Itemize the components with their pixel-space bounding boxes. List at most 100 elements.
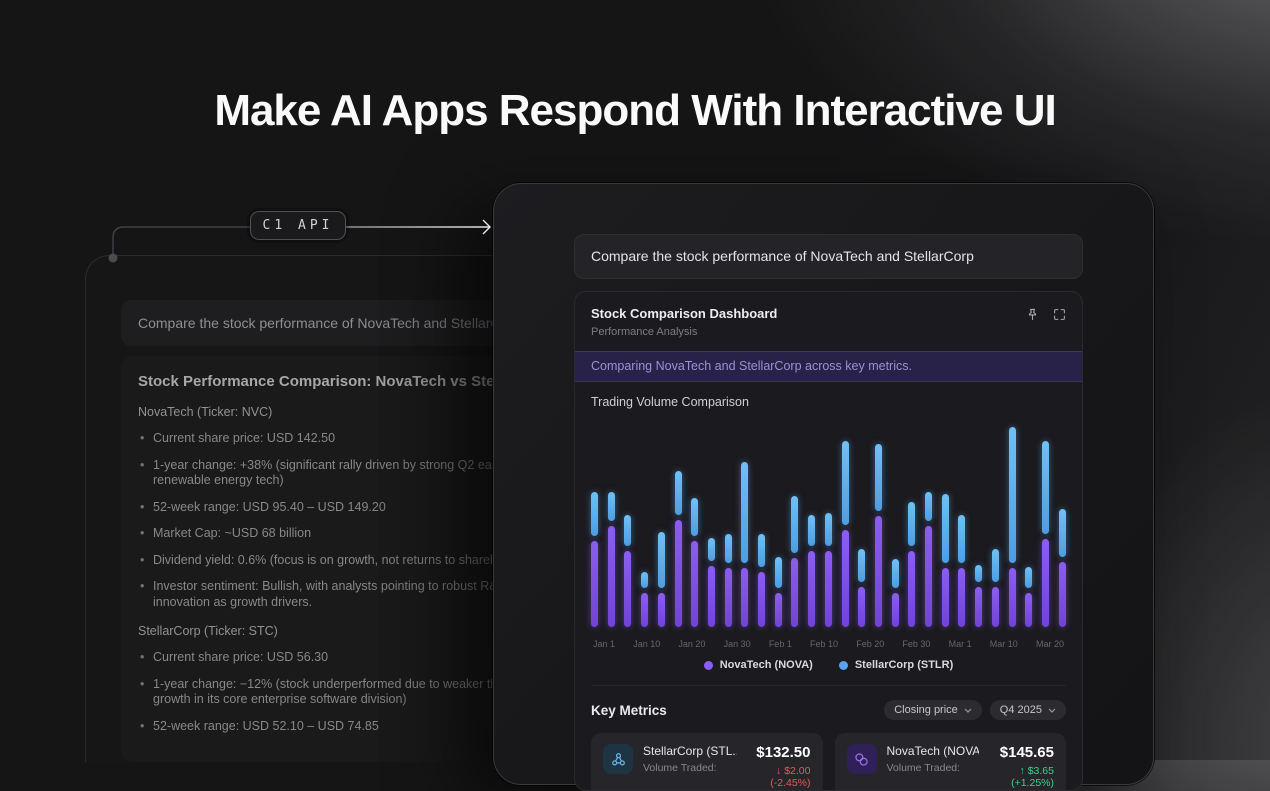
page-title: Make AI Apps Respond With Interactive UI (0, 86, 1270, 136)
bar-group[interactable] (908, 415, 915, 627)
x-axis-label: Jan 1 (593, 639, 615, 649)
chart-legend: NovaTech (NOVA) StellarCorp (STLR) (575, 659, 1082, 671)
x-axis-label: Feb 1 (769, 639, 792, 649)
bar-group[interactable] (925, 415, 932, 627)
novatech-bar-segment (791, 558, 798, 627)
bar-group[interactable] (624, 415, 631, 627)
novatech-bar-segment (958, 568, 965, 627)
bar-group[interactable] (758, 415, 765, 627)
stock-icon (603, 744, 633, 774)
stellarcorp-bar-segment (908, 502, 915, 546)
bar-group[interactable] (892, 415, 899, 627)
stellarcorp-bar-segment (892, 559, 899, 588)
stellarcorp-bar-segment (808, 515, 815, 547)
bar-group[interactable] (641, 415, 648, 627)
stellarcorp-bar-segment (608, 492, 615, 521)
bar-group[interactable] (775, 415, 782, 627)
bar-group[interactable] (958, 415, 965, 627)
stock-metric-card[interactable]: StellarCorp (STL...Volume Traded:$132.50… (591, 733, 823, 791)
stellarcorp-bar-segment (1042, 441, 1049, 533)
novatech-bar-segment (858, 587, 865, 627)
connector-dot (109, 254, 118, 263)
legend-label: StellarCorp (STLR) (855, 659, 953, 671)
expand-icon[interactable] (1053, 308, 1066, 321)
novatech-bar-segment (942, 568, 949, 627)
bar-group[interactable] (992, 415, 999, 627)
bar-group[interactable] (875, 415, 882, 627)
stellarcorp-bar-segment (591, 492, 598, 536)
legend-dot (704, 661, 713, 670)
stock-change: ↑ $3.65 (+1.25%) (979, 765, 1055, 789)
stellarcorp-bar-segment (658, 532, 665, 589)
novatech-bar-segment (975, 587, 982, 627)
x-axis-label: Mar 10 (990, 639, 1018, 649)
bar-group[interactable] (1042, 415, 1049, 627)
bar-group[interactable] (741, 415, 748, 627)
novatech-bar-segment (892, 593, 899, 627)
novatech-bar-segment (808, 551, 815, 627)
stock-metric-card[interactable]: NovaTech (NOVA)Volume Traded:$145.65↑ $3… (835, 733, 1067, 791)
bar-group[interactable] (658, 415, 665, 627)
bar-group[interactable] (858, 415, 865, 627)
stock-info: NovaTech (NOVA)Volume Traded: (887, 744, 979, 774)
legend-dot (839, 661, 848, 670)
key-metrics-header: Key Metrics Closing price Q4 2025 (591, 685, 1066, 720)
chart-title: Trading Volume Comparison (591, 395, 1066, 409)
interactive-ui-device: Compare the stock performance of NovaTec… (493, 183, 1154, 785)
metric-select-dropdown[interactable]: Closing price (884, 700, 982, 720)
stellarcorp-bar-segment (1009, 427, 1016, 564)
pin-icon[interactable] (1026, 308, 1039, 321)
bar-group[interactable] (1025, 415, 1032, 627)
legend-item: NovaTech (NOVA) (704, 659, 813, 671)
x-axis-label: Feb 20 (856, 639, 884, 649)
stellarcorp-bar-segment (675, 471, 682, 515)
bar-group[interactable] (1059, 415, 1066, 627)
stock-name: StellarCorp (STL... (643, 744, 737, 758)
bar-group[interactable] (825, 415, 832, 627)
stellarcorp-bar-segment (858, 549, 865, 583)
novatech-bar-segment (1025, 593, 1032, 627)
stellarcorp-bar-segment (691, 498, 698, 536)
bar-group[interactable] (708, 415, 715, 627)
stellarcorp-bar-segment (708, 538, 715, 561)
bar-group[interactable] (1009, 415, 1016, 627)
stellarcorp-bar-segment (758, 534, 765, 568)
novatech-bar-segment (775, 593, 782, 627)
dropdown-label: Q4 2025 (1000, 704, 1042, 716)
stock-sub-label: Volume Traded: (887, 762, 979, 774)
stellarcorp-bar-segment (975, 565, 982, 582)
period-select-dropdown[interactable]: Q4 2025 (990, 700, 1066, 720)
bar-group[interactable] (791, 415, 798, 627)
bar-group[interactable] (691, 415, 698, 627)
stock-icon (847, 744, 877, 774)
bar-group[interactable] (591, 415, 598, 627)
bar-group[interactable] (942, 415, 949, 627)
legend-label: NovaTech (NOVA) (720, 659, 813, 671)
bar-group[interactable] (808, 415, 815, 627)
stock-info: StellarCorp (STL...Volume Traded: (643, 744, 737, 774)
bar-group[interactable] (725, 415, 732, 627)
dropdown-label: Closing price (894, 704, 958, 716)
stellarcorp-bar-segment (992, 549, 999, 583)
bar-group[interactable] (842, 415, 849, 627)
stellarcorp-bar-segment (842, 441, 849, 525)
novatech-bar-segment (641, 593, 648, 627)
key-metrics-title: Key Metrics (591, 703, 667, 718)
bar-group[interactable] (675, 415, 682, 627)
stellarcorp-bar-segment (942, 494, 949, 563)
stock-values: $145.65↑ $3.65 (+1.25%) (979, 744, 1055, 789)
prompt-input[interactable]: Compare the stock performance of NovaTec… (574, 234, 1083, 279)
stock-change: ↓ $2.00 (-2.45%) (737, 765, 810, 789)
novatech-bar-segment (992, 587, 999, 627)
bar-group[interactable] (608, 415, 615, 627)
volume-chart: Jan 1Jan 10Jan 20Jan 30Feb 1Feb 10Feb 20… (591, 415, 1066, 649)
stellarcorp-bar-segment (791, 496, 798, 553)
bar-group[interactable] (975, 415, 982, 627)
novatech-bar-segment (608, 526, 615, 627)
novatech-bar-segment (591, 541, 598, 627)
x-axis-label: Mar 1 (949, 639, 972, 649)
stellarcorp-bar-segment (875, 444, 882, 511)
stellarcorp-bar-segment (958, 515, 965, 563)
stock-dashboard-card: Stock Comparison Dashboard Performance A… (574, 291, 1083, 791)
novatech-bar-segment (658, 593, 665, 627)
